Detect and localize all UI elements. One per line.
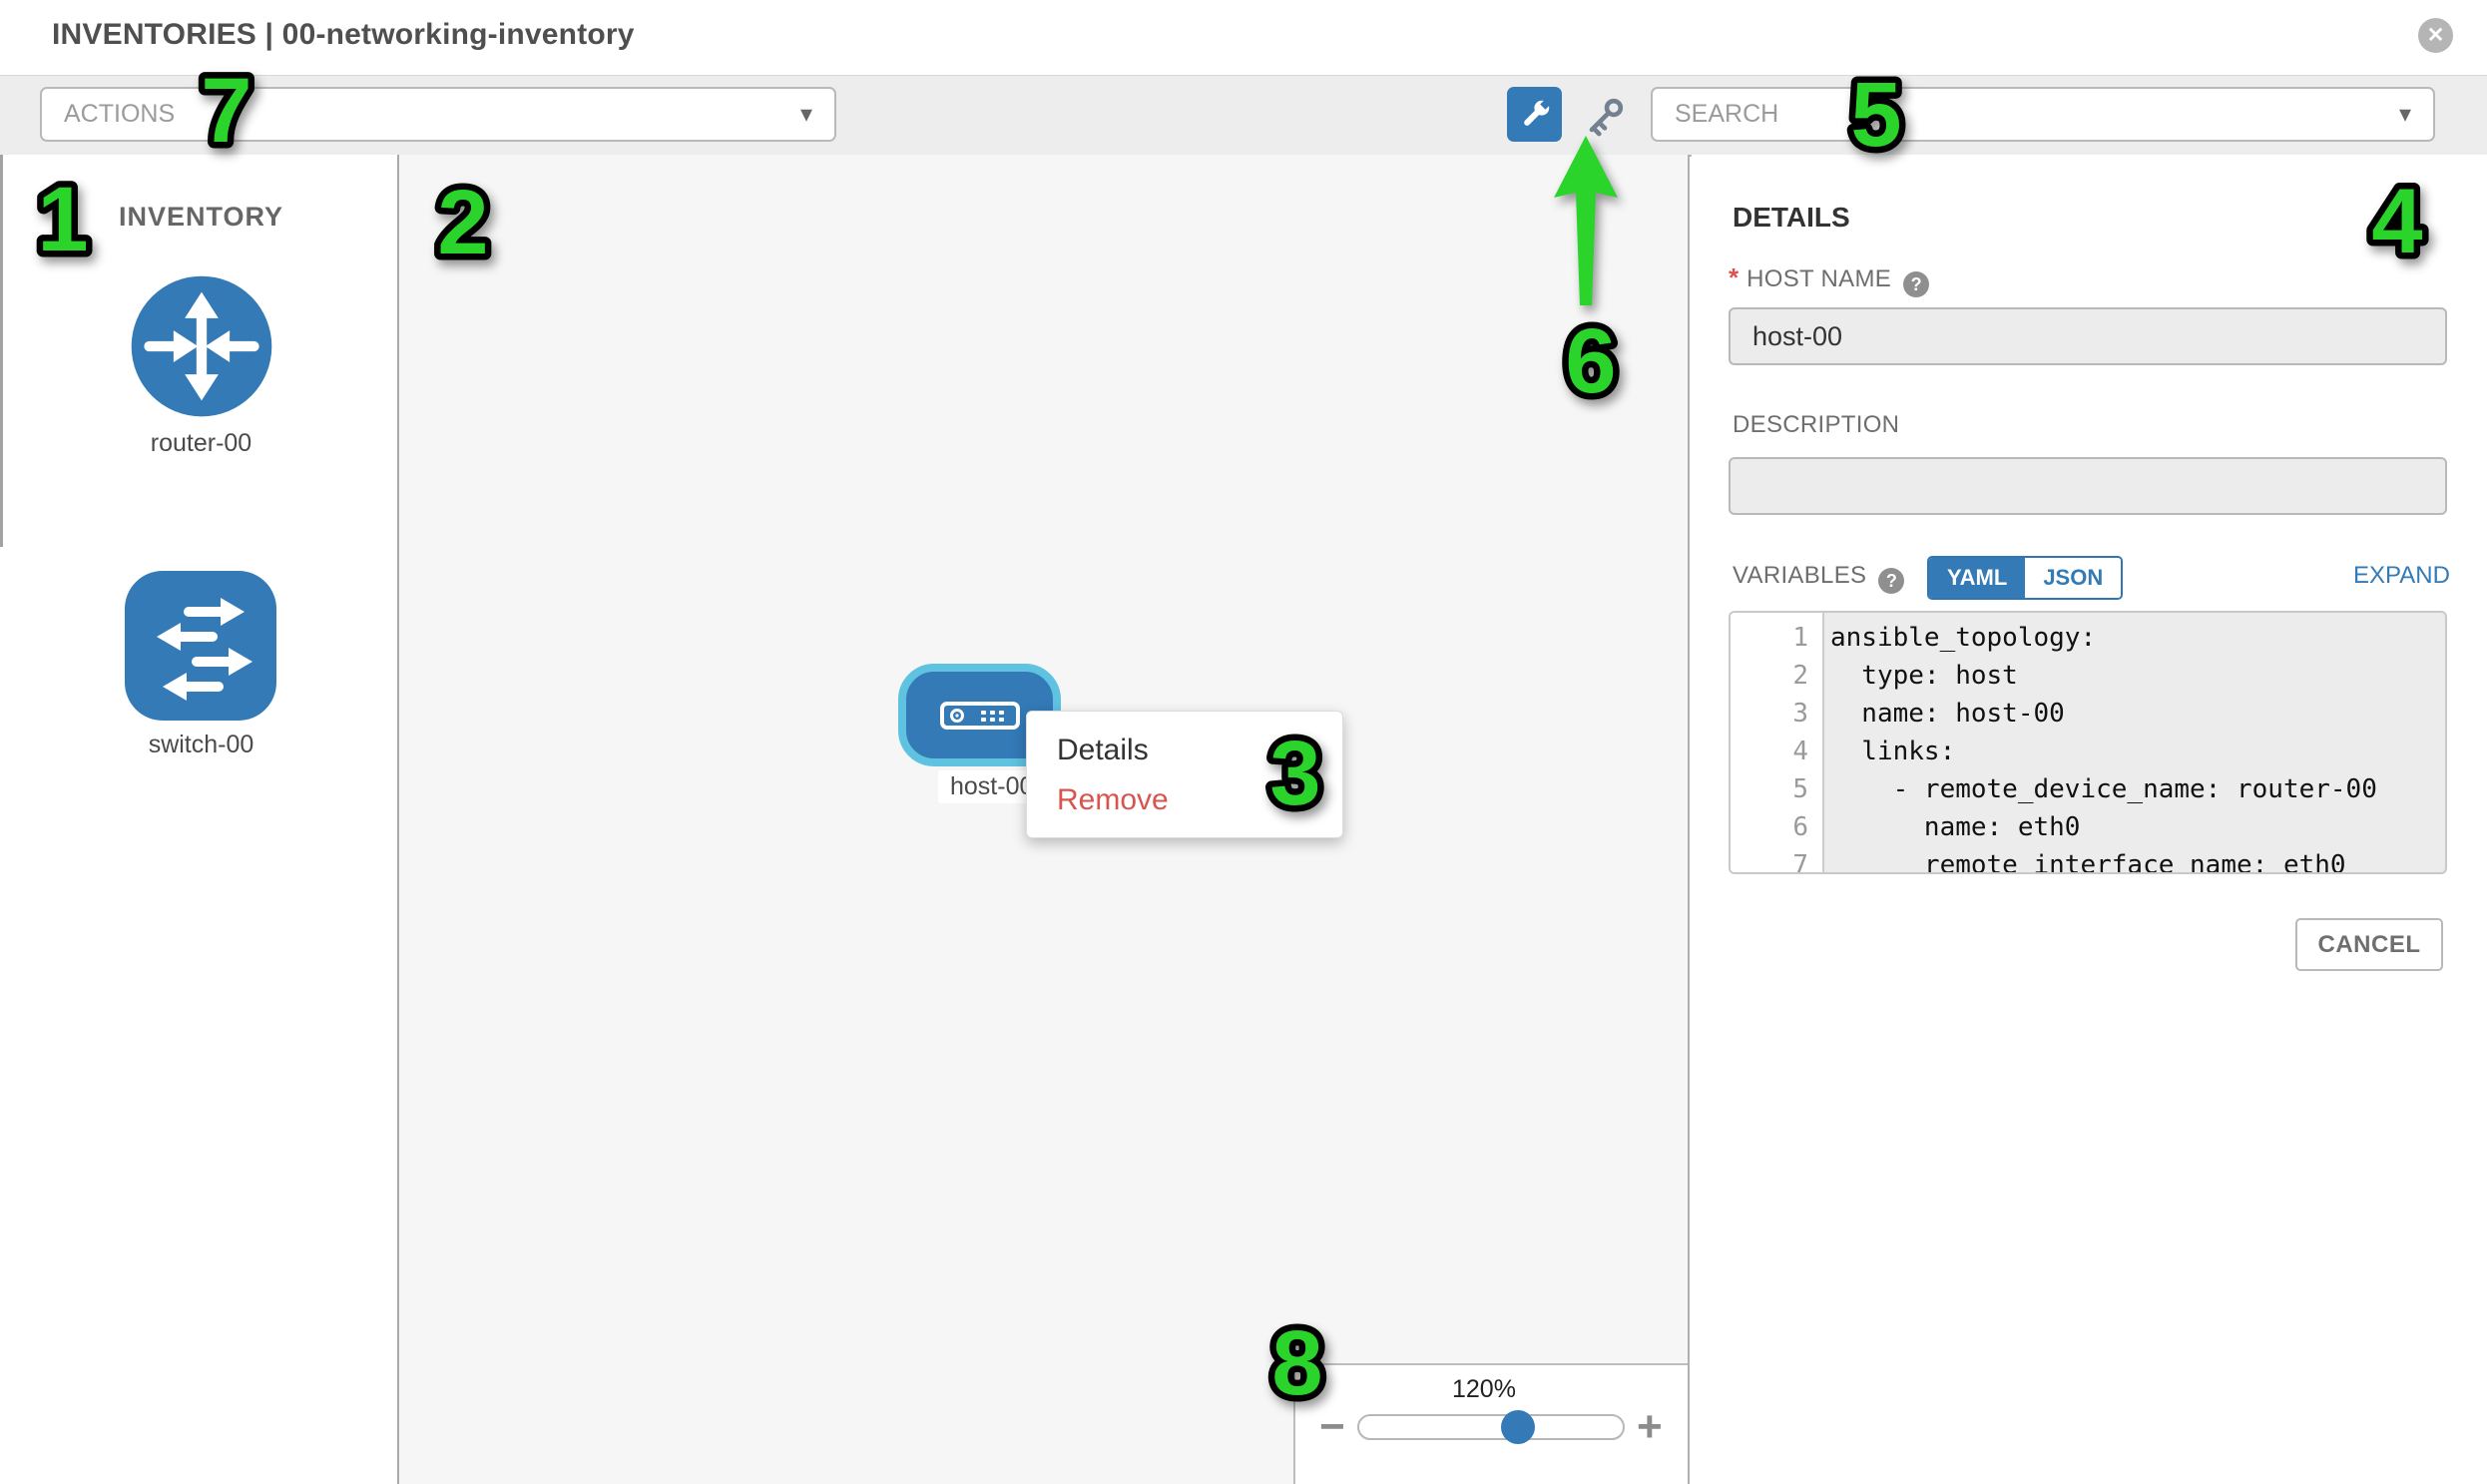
host-icon: [940, 702, 1020, 730]
page-title: INVENTORIES | 00-networking-inventory: [52, 18, 635, 52]
cancel-button[interactable]: CANCEL: [2295, 918, 2443, 971]
editor-line: 3 name: host-00: [1731, 695, 2445, 733]
line-code: name: eth0: [1808, 808, 2080, 846]
editor-line: 6 name: eth0: [1731, 808, 2445, 846]
chevron-down-icon: ▾: [2399, 100, 2411, 129]
help-icon[interactable]: ?: [1878, 568, 1904, 594]
close-icon[interactable]: ✕: [2418, 18, 2453, 53]
expand-link[interactable]: EXPAND: [2353, 562, 2450, 590]
help-icon[interactable]: ?: [1903, 271, 1929, 297]
editor-gutter-divider: [1822, 613, 1824, 874]
line-number: 6: [1731, 808, 1808, 846]
context-menu-item-remove[interactable]: Remove: [1027, 775, 1342, 825]
editor-line: 1 ansible_topology:: [1731, 619, 2445, 657]
line-code: ansible_topology:: [1808, 619, 2096, 657]
zoom-slider-thumb[interactable]: [1501, 1410, 1535, 1444]
line-number: 5: [1731, 770, 1808, 808]
sidebar-item-label: switch-00: [124, 731, 278, 759]
node-context-menu: Details Remove: [1026, 711, 1343, 838]
actions-dropdown[interactable]: ACTIONS ▾: [40, 87, 836, 142]
inventory-topology-screen: INVENTORIES | 00-networking-inventory ✕ …: [0, 0, 2487, 1484]
host-name-label-row: * HOST NAME?: [1729, 262, 1929, 297]
host-name-label: HOST NAME: [1746, 265, 1891, 292]
line-code: type: host: [1808, 657, 2018, 695]
zoom-slider-track[interactable]: [1357, 1414, 1625, 1440]
switch-icon: [125, 571, 276, 721]
variables-format-toggle: YAML JSON: [1927, 556, 2123, 600]
sidebar-item-router[interactable]: [127, 271, 276, 426]
sidebar-item-label: router-00: [124, 429, 278, 458]
line-number: 3: [1731, 695, 1808, 733]
search-input[interactable]: SEARCH: [1675, 100, 1778, 129]
variables-label: VARIABLES: [1733, 562, 1866, 589]
variables-label-row: VARIABLES?: [1733, 562, 1904, 594]
line-number: 7: [1731, 846, 1808, 874]
toggle-toolbox-button[interactable]: [1507, 87, 1562, 142]
router-icon: [127, 271, 276, 421]
line-code: links:: [1808, 733, 1955, 770]
tab-yaml[interactable]: YAML: [1929, 558, 2025, 598]
context-menu-item-details[interactable]: Details: [1027, 726, 1342, 775]
chevron-down-icon: ▾: [800, 100, 812, 129]
editor-line: 5 - remote_device_name: router-00: [1731, 770, 2445, 808]
editor-line: 4 links:: [1731, 733, 2445, 770]
zoom-out-button[interactable]: −: [1319, 1412, 1345, 1442]
wrench-icon: [1515, 95, 1555, 135]
editor-line: 7 remote_interface_name: eth0: [1731, 846, 2445, 874]
zoom-in-button[interactable]: +: [1637, 1412, 1663, 1442]
search-dropdown[interactable]: SEARCH ▾: [1651, 87, 2435, 142]
host-name-field[interactable]: [1729, 307, 2447, 365]
line-code: remote_interface_name: eth0: [1808, 846, 2346, 874]
required-asterisk: *: [1729, 262, 1739, 292]
line-number: 2: [1731, 657, 1808, 695]
sidebar-title: INVENTORY: [119, 202, 283, 233]
description-label: DESCRIPTION: [1733, 411, 1899, 439]
details-title: DETAILS: [1733, 202, 1850, 234]
tab-json[interactable]: JSON: [2025, 558, 2121, 598]
sidebar-item-switch[interactable]: [125, 571, 276, 726]
line-number: 4: [1731, 733, 1808, 770]
zoom-level-value: 120%: [1452, 1375, 1516, 1404]
key-icon[interactable]: [1582, 94, 1628, 140]
actions-dropdown-label: ACTIONS: [64, 100, 175, 129]
line-code: - remote_device_name: router-00: [1808, 770, 2377, 808]
description-field[interactable]: [1729, 457, 2447, 515]
line-number: 1: [1731, 619, 1808, 657]
editor-line: 2 type: host: [1731, 657, 2445, 695]
variables-code-editor[interactable]: 1 ansible_topology: 2 type: host 3 name:…: [1729, 611, 2447, 874]
line-code: name: host-00: [1808, 695, 2065, 733]
sidebar-scrollbar[interactable]: [0, 155, 3, 547]
